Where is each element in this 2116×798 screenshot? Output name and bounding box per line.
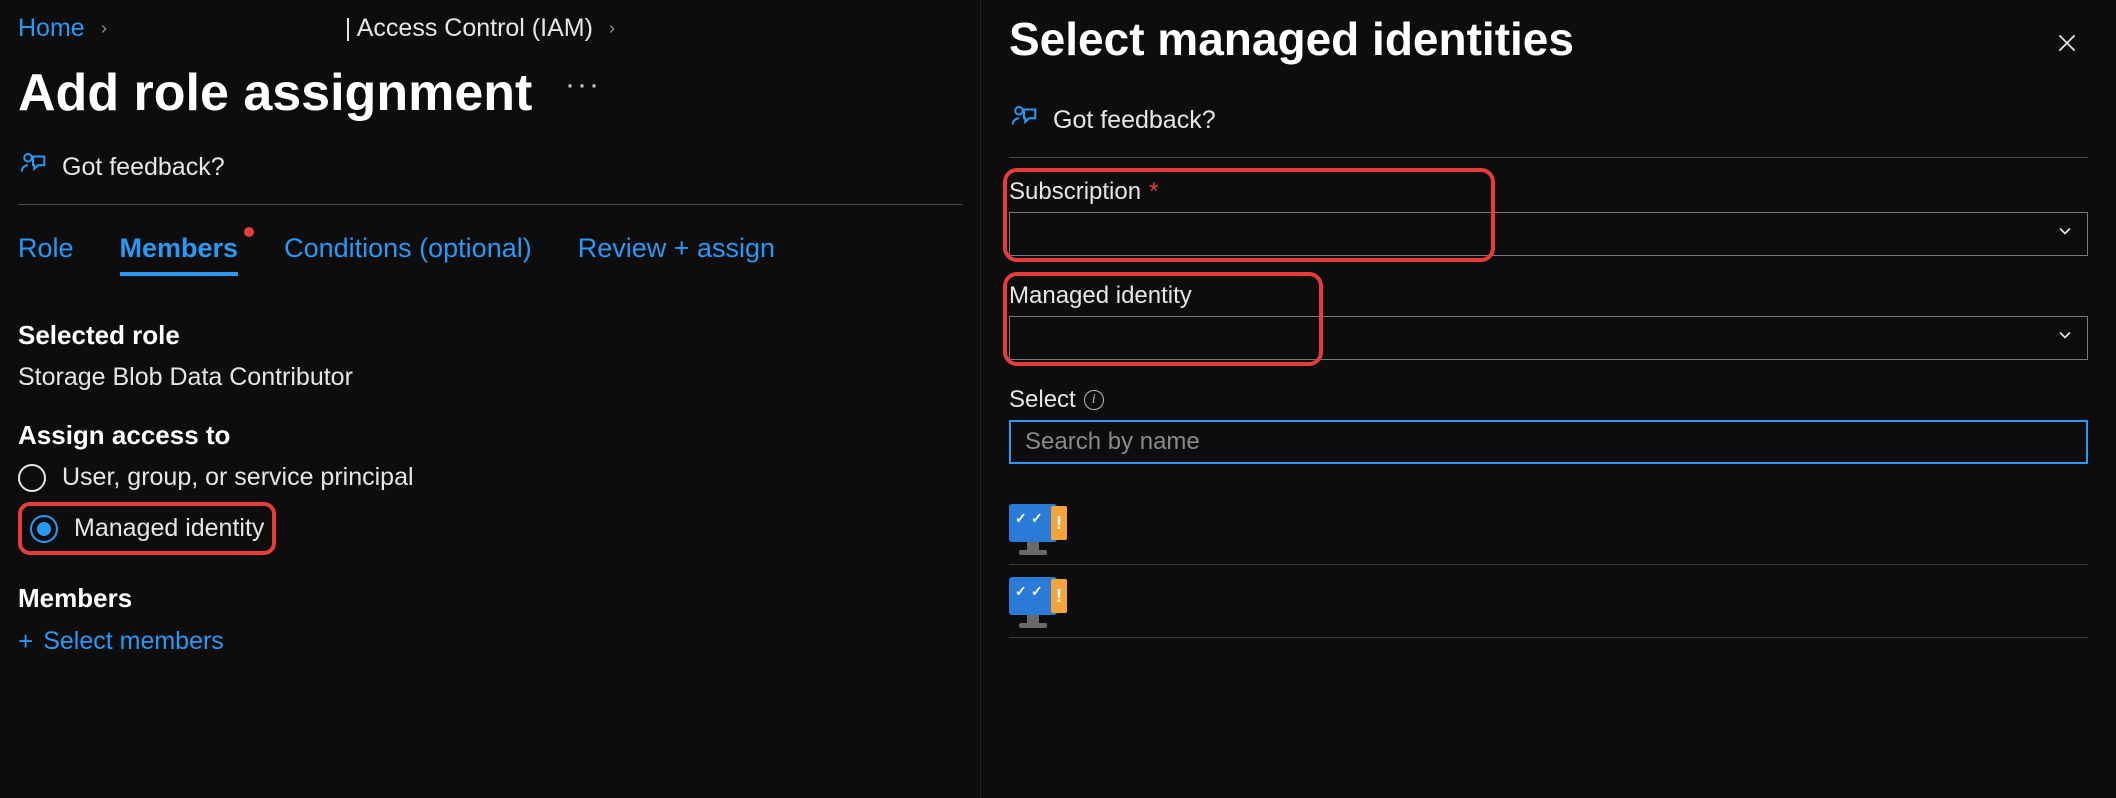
info-icon[interactable]: i <box>1084 390 1104 410</box>
radio-label-user: User, group, or service principal <box>62 463 414 492</box>
selected-role-value: Storage Blob Data Contributor <box>18 363 962 392</box>
select-members-label: Select members <box>43 627 224 656</box>
managed-identity-icon: ! <box>1009 504 1071 560</box>
breadcrumb: Home | Access Control (IAM) <box>18 10 962 55</box>
breadcrumb-access-control[interactable]: | Access Control (IAM) <box>345 14 593 43</box>
feedback-icon <box>18 149 48 186</box>
radio-label-mi: Managed identity <box>74 514 264 543</box>
panel-feedback-link[interactable]: Got feedback? <box>1009 84 2088 157</box>
panel-title: Select managed identities <box>1009 12 1574 66</box>
close-icon <box>2054 35 2080 62</box>
chevron-right-icon <box>605 14 619 43</box>
selected-role-heading: Selected role <box>18 320 962 351</box>
more-actions-button[interactable]: ··· <box>565 68 601 102</box>
identity-result-row[interactable]: ! <box>1009 492 2088 565</box>
members-heading: Members <box>18 583 962 614</box>
subscription-dropdown[interactable] <box>1009 212 2088 256</box>
select-label: Select i <box>1009 386 2088 414</box>
radio-user-group-sp[interactable]: User, group, or service principal <box>18 463 962 492</box>
feedback-link[interactable]: Got feedback? <box>18 139 962 204</box>
select-members-link[interactable]: + Select members <box>18 626 962 657</box>
chevron-down-icon <box>2055 220 2075 248</box>
breadcrumb-home[interactable]: Home <box>18 14 85 43</box>
feedback-icon <box>1009 102 1039 139</box>
required-asterisk-icon: * <box>1149 178 1158 206</box>
subscription-label: Subscription * <box>1009 178 2088 206</box>
radio-icon <box>18 464 46 492</box>
page-title: Add role assignment <box>18 63 532 123</box>
managed-identity-icon: ! <box>1009 577 1071 633</box>
chevron-right-icon <box>97 14 111 43</box>
tab-members[interactable]: Members <box>120 233 239 274</box>
close-button[interactable] <box>2046 22 2088 71</box>
managed-identity-label: Managed identity <box>1009 282 2088 310</box>
tab-role[interactable]: Role <box>18 233 74 274</box>
radio-icon <box>30 515 58 543</box>
identity-result-row[interactable]: ! <box>1009 565 2088 638</box>
plus-icon: + <box>18 626 33 657</box>
tabs: Role Members Conditions (optional) Revie… <box>18 205 962 292</box>
feedback-label: Got feedback? <box>62 153 225 182</box>
chevron-down-icon <box>2055 324 2075 352</box>
search-input[interactable] <box>1009 420 2088 464</box>
tab-conditions[interactable]: Conditions (optional) <box>284 233 532 274</box>
tab-members-label: Members <box>120 233 239 263</box>
radio-managed-identity[interactable]: Managed identity <box>30 514 264 543</box>
managed-identity-dropdown[interactable] <box>1009 316 2088 360</box>
divider <box>1009 157 2088 158</box>
error-dot-icon <box>244 227 254 237</box>
assign-access-heading: Assign access to <box>18 420 962 451</box>
panel-feedback-label: Got feedback? <box>1053 106 1216 135</box>
tab-review-assign[interactable]: Review + assign <box>578 233 775 274</box>
